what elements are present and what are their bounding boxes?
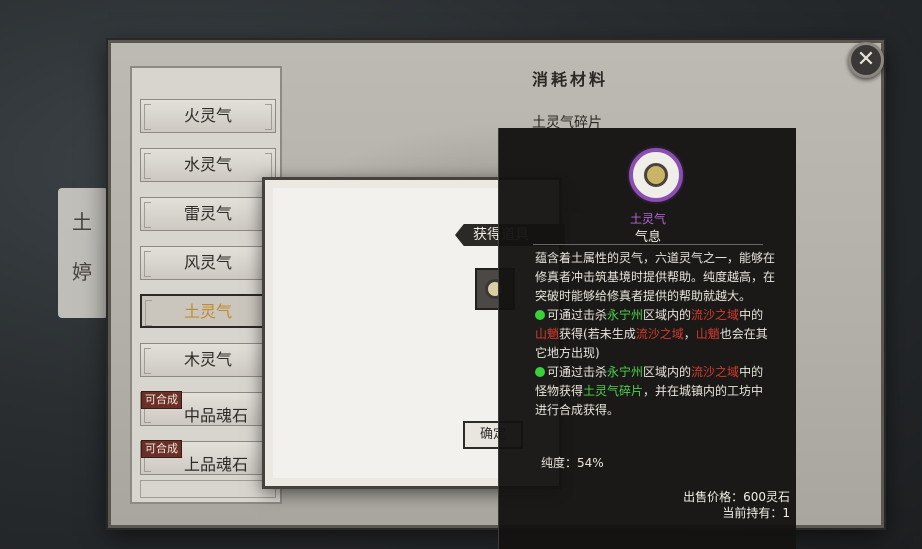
list-footer-ornament <box>140 480 276 498</box>
purity-value: 纯度：54% <box>541 456 604 470</box>
item-description: 蕴含着土属性的灵气，六道灵气之一，能够在修真者冲击筑基境时提供帮助。纯度越高，在… <box>535 249 775 420</box>
item-name: 土灵气 <box>629 212 666 226</box>
list-item-label: 火灵气 <box>183 106 232 125</box>
list-item-label: 雷灵气 <box>183 204 232 223</box>
list-item-label: 木灵气 <box>183 350 232 369</box>
item-type: 气息 <box>634 230 661 245</box>
close-icon: ✕ <box>856 47 876 72</box>
sell-price: 出售价格：600灵石 <box>683 490 790 504</box>
source-1: 可通过击杀永宁州区域内的流沙之域中的山魈获得(若未生成流沙之域，山魈也会在其它地… <box>535 308 768 360</box>
list-item-label: 水灵气 <box>183 155 232 174</box>
source-2: 可通过击杀永宁州区域内的流沙之域中的怪物获得土灵气碎片，并在城镇内的工坊中进行合… <box>535 365 764 417</box>
tooltip-divider <box>533 244 763 245</box>
list-item-high-soul-stone[interactable]: 可合成 上品魂石 <box>140 440 276 475</box>
craftable-badge: 可合成 <box>141 440 182 458</box>
list-item-earth-qi[interactable]: 土灵气 <box>140 294 276 328</box>
earth-qi-orb-icon <box>629 148 683 202</box>
holding-count: 当前持有：1 <box>722 506 790 520</box>
consumed-materials-title: 消耗材料 <box>532 70 609 89</box>
bullet-icon <box>535 310 545 320</box>
description-text: 蕴含着土属性的灵气，六道灵气之一，能够在修真者冲击筑基境时提供帮助。纯度越高，在… <box>535 251 776 303</box>
list-item-label: 土灵气 <box>183 302 232 321</box>
orb-core <box>644 163 668 187</box>
list-item-wood-qi[interactable]: 木灵气 <box>140 343 276 377</box>
craftable-badge: 可合成 <box>141 391 182 409</box>
list-item-label: 中品魂石 <box>183 406 248 425</box>
list-item-fire-qi[interactable]: 火灵气 <box>140 99 276 133</box>
list-item-mid-soul-stone[interactable]: 可合成 中品魂石 <box>140 391 276 426</box>
list-item-wind-qi[interactable]: 风灵气 <box>140 246 276 280</box>
close-button[interactable]: ✕ <box>848 42 884 78</box>
list-item-label: 风灵气 <box>183 253 232 272</box>
scroll-char: 婷 <box>72 260 92 284</box>
bullet-icon <box>535 367 545 377</box>
background-scroll-sign: 土 婷 <box>58 188 108 318</box>
scroll-char: 土 <box>72 210 92 234</box>
list-item-water-qi[interactable]: 水灵气 <box>140 148 276 182</box>
list-item-thunder-qi[interactable]: 雷灵气 <box>140 197 276 231</box>
material-list: 火灵气 水灵气 雷灵气 风灵气 土灵气 木灵气 可合成 中品魂石 可合成 上品魂… <box>130 66 282 504</box>
list-item-label: 上品魂石 <box>183 455 248 474</box>
item-tooltip: 土灵气 气息 蕴含着土属性的灵气，六道灵气之一，能够在修真者冲击筑基境时提供帮助… <box>498 128 796 549</box>
